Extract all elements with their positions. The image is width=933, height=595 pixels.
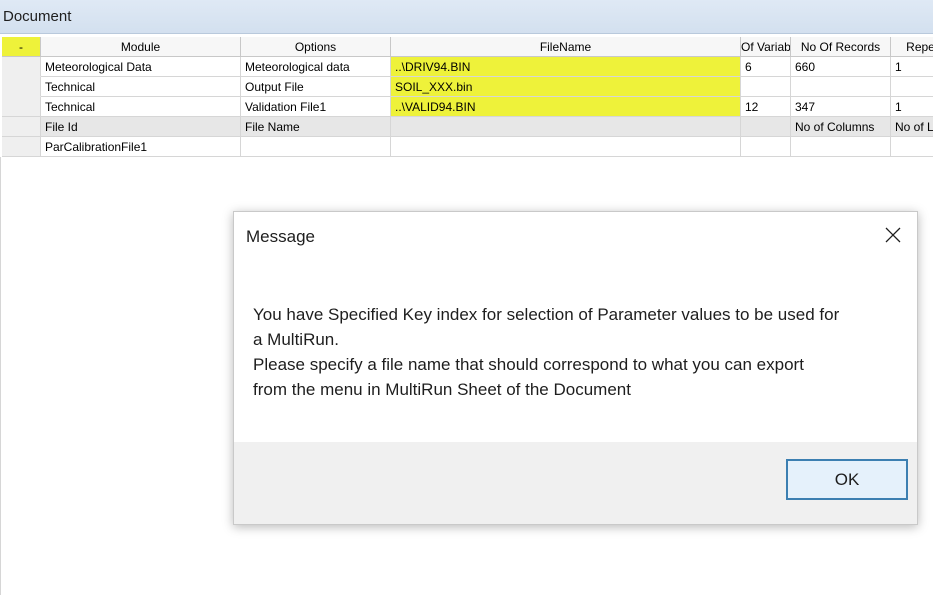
cell-repetitions[interactable]: [891, 77, 933, 97]
dialog-title: Message: [246, 227, 315, 246]
cell-empty[interactable]: [741, 137, 791, 157]
cell-options[interactable]: Validation File1: [241, 97, 391, 117]
dialog-message: You have Specified Key index for selecti…: [253, 302, 883, 402]
cell-filename[interactable]: SOIL_XXX.bin: [391, 77, 741, 97]
cell-variables[interactable]: [741, 77, 791, 97]
grid-header-row: - Module Options FileName Of Variab No O…: [0, 37, 933, 57]
cell-records[interactable]: 660: [791, 57, 891, 77]
table-row: Technical Validation File1 ..\VALID94.BI…: [0, 97, 933, 117]
cell-records[interactable]: 347: [791, 97, 891, 117]
dialog-message-line: from the menu in MultiRun Sheet of the D…: [253, 380, 631, 399]
row-header[interactable]: [2, 137, 41, 157]
subheader-no-of-lines: No of L: [891, 117, 933, 137]
window-titlebar: Document: [0, 0, 933, 34]
row-header[interactable]: [2, 77, 41, 97]
dialog-message-line: a MultiRun.: [253, 330, 339, 349]
cell-file-id[interactable]: ParCalibrationFile1: [41, 137, 241, 157]
cell-repetitions[interactable]: 1: [891, 97, 933, 117]
column-header-repetitions[interactable]: Repe: [891, 37, 933, 57]
left-border-line: [0, 157, 1, 595]
cell-repetitions[interactable]: 1: [891, 57, 933, 77]
grid-subheader-row: File Id File Name No of Columns No of L: [0, 117, 933, 137]
cell-filename[interactable]: ..\VALID94.BIN: [391, 97, 741, 117]
subheader-blank: [741, 117, 791, 137]
table-row: Meteorological Data Meteorological data …: [0, 57, 933, 77]
cell-filename[interactable]: ..\DRIV94.BIN: [391, 57, 741, 77]
cell-records[interactable]: [791, 77, 891, 97]
grid-corner-cell[interactable]: -: [2, 37, 41, 57]
table-row: ParCalibrationFile1: [0, 137, 933, 157]
cell-variables[interactable]: 12: [741, 97, 791, 117]
cell-empty[interactable]: [891, 137, 933, 157]
cell-empty[interactable]: [391, 137, 741, 157]
close-icon[interactable]: [878, 220, 908, 250]
column-header-options[interactable]: Options: [241, 37, 391, 57]
cell-options[interactable]: Meteorological data: [241, 57, 391, 77]
cell-module[interactable]: Technical: [41, 97, 241, 117]
row-header[interactable]: [2, 117, 41, 137]
cell-variables[interactable]: 6: [741, 57, 791, 77]
row-header[interactable]: [2, 97, 41, 117]
cell-options[interactable]: Output File: [241, 77, 391, 97]
table-row: Technical Output File SOIL_XXX.bin: [0, 77, 933, 97]
dialog-message-line: You have Specified Key index for selecti…: [253, 305, 840, 324]
ok-button[interactable]: OK: [786, 459, 908, 500]
message-dialog: Message You have Specified Key index for…: [233, 211, 918, 525]
file-grid: - Module Options FileName Of Variab No O…: [0, 37, 933, 157]
subheader-file-name: File Name: [241, 117, 391, 137]
cell-file-name[interactable]: [241, 137, 391, 157]
column-header-records[interactable]: No Of Records: [791, 37, 891, 57]
cell-module[interactable]: Meteorological Data: [41, 57, 241, 77]
subheader-file-id: File Id: [41, 117, 241, 137]
cell-empty[interactable]: [791, 137, 891, 157]
cell-module[interactable]: Technical: [41, 77, 241, 97]
column-header-variables[interactable]: Of Variab: [741, 37, 791, 57]
column-header-module[interactable]: Module: [41, 37, 241, 57]
window-title: Document: [3, 8, 72, 25]
subheader-no-of-columns: No of Columns: [791, 117, 891, 137]
dialog-footer: OK: [234, 442, 917, 524]
row-header[interactable]: [2, 57, 41, 77]
column-header-filename[interactable]: FileName: [391, 37, 741, 57]
dialog-message-line: Please specify a file name that should c…: [253, 355, 804, 374]
subheader-blank: [391, 117, 741, 137]
